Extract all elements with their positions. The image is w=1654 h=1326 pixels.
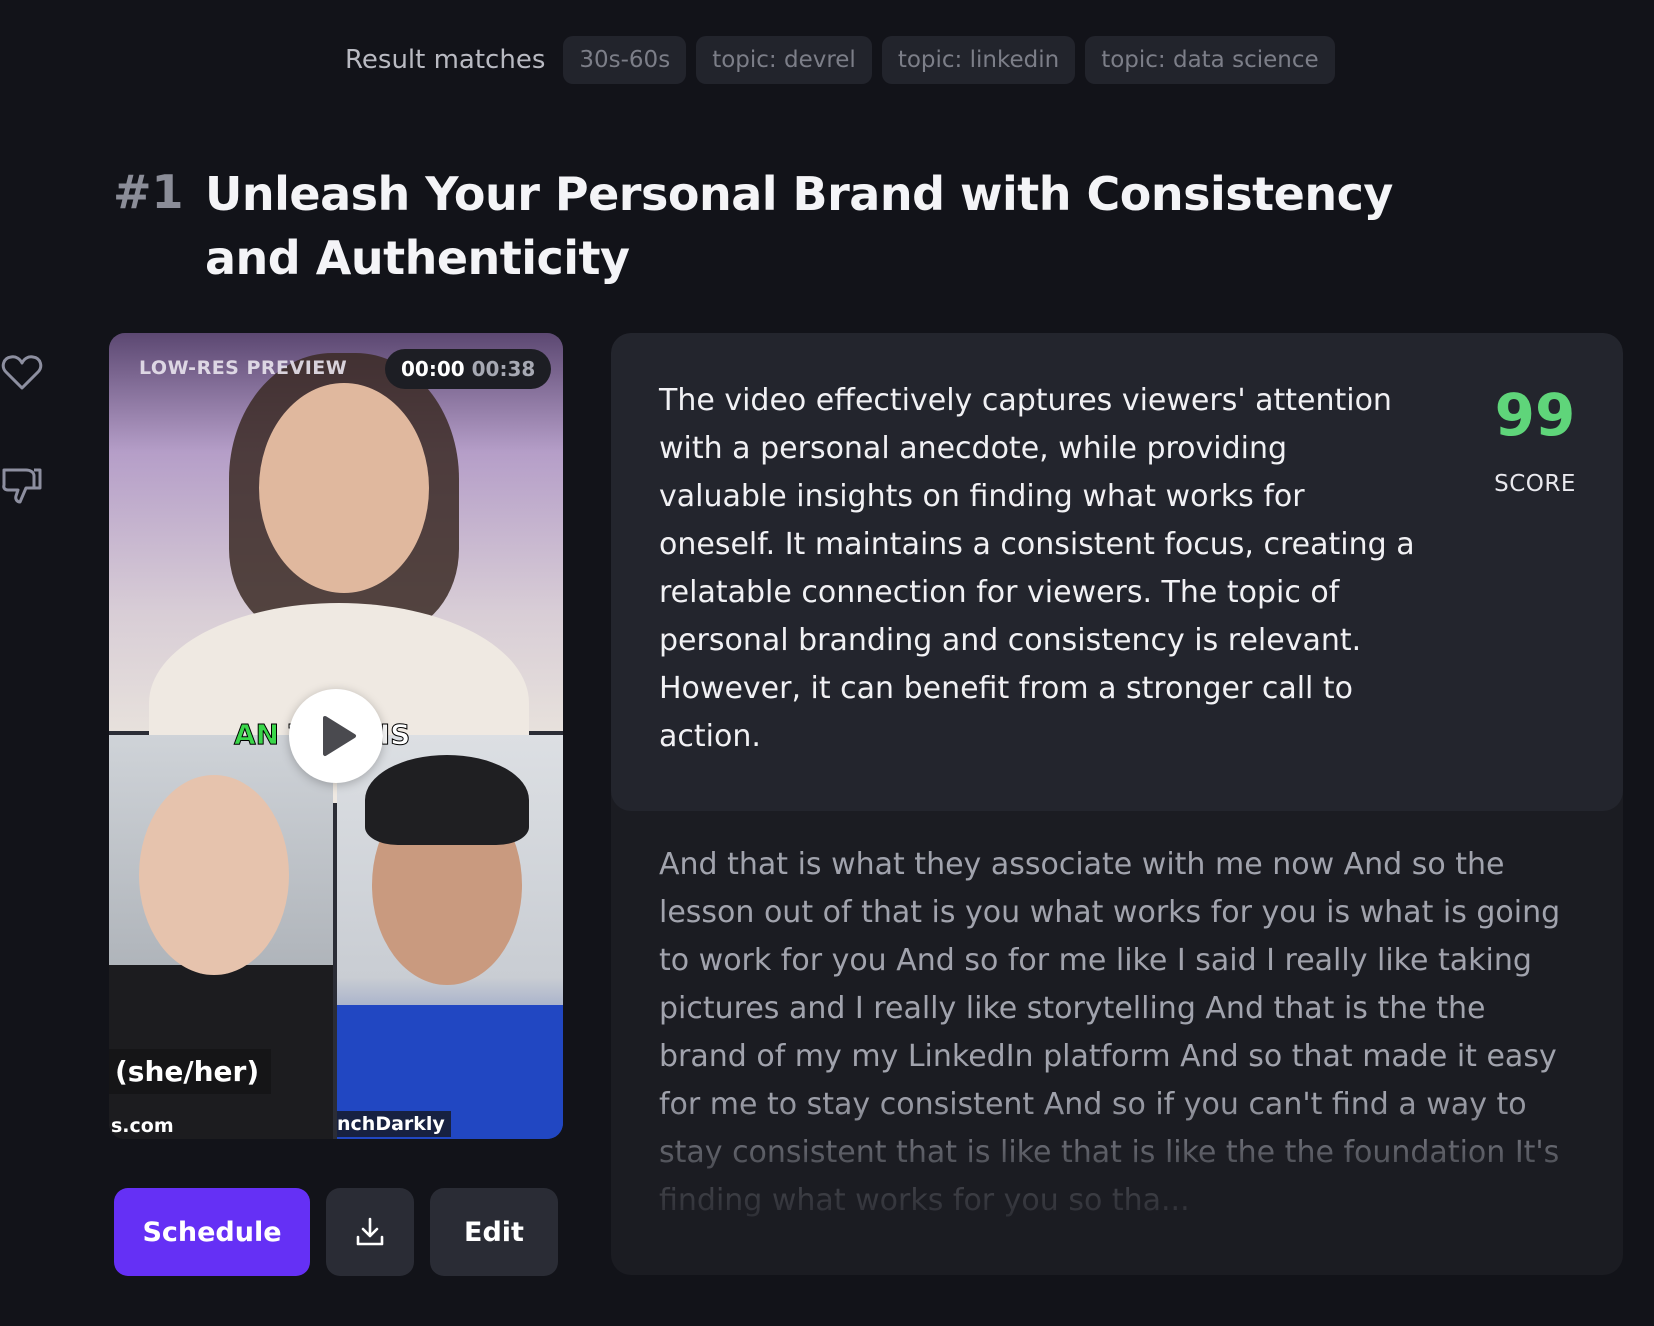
dislike-button[interactable] <box>0 464 44 508</box>
filter-chip-topic-data-science[interactable]: topic: data science <box>1085 36 1335 84</box>
analysis-card: The video effectively captures viewers' … <box>611 333 1623 811</box>
video-preview[interactable]: LOW-RES PREVIEW 00:00 00:38 AN THAT IS (… <box>109 333 563 1139</box>
thumbs-down-icon <box>2 468 42 504</box>
download-icon <box>356 1217 384 1246</box>
play-icon <box>323 716 356 756</box>
filter-chip-duration[interactable]: 30s-60s <box>563 36 687 84</box>
score-value: 99 <box>1494 381 1576 449</box>
result-rank: #1 <box>113 165 184 219</box>
download-button[interactable] <box>326 1188 414 1276</box>
schedule-button[interactable]: Schedule <box>114 1188 310 1276</box>
transcript: And that is what they associate with me … <box>659 841 1581 1227</box>
guest-domain: s.com <box>111 1115 174 1137</box>
edit-button[interactable]: Edit <box>430 1188 558 1276</box>
transcript-text: And that is what they associate with me … <box>659 847 1561 1218</box>
result-details-panel: The video effectively captures viewers' … <box>611 333 1623 1275</box>
result-filters: Result matches 30s-60s topic: devrel top… <box>345 36 1335 84</box>
caption-highlight: AN <box>233 718 280 752</box>
guest-name-tag: (she/her) <box>109 1049 272 1094</box>
result-actions: Schedule Edit <box>114 1188 558 1276</box>
filter-chip-topic-linkedin[interactable]: topic: linkedin <box>881 36 1076 84</box>
video-time: 00:00 00:38 <box>385 349 552 389</box>
video-pane-bottom-right <box>337 735 563 1139</box>
filters-label: Result matches <box>345 45 546 75</box>
current-time: 00:00 <box>401 357 465 381</box>
guest-face <box>139 775 289 975</box>
play-button[interactable] <box>289 689 383 783</box>
score-label: SCORE <box>1494 471 1576 497</box>
speaker-face <box>259 383 429 593</box>
low-res-preview-label: LOW-RES PREVIEW <box>139 357 348 379</box>
video-pane-top <box>109 333 563 803</box>
analysis-text: The video effectively captures viewers' … <box>659 383 1415 754</box>
host-hair <box>365 755 529 845</box>
duration: 00:38 <box>471 357 536 381</box>
host-company: nchDarkly <box>337 1111 451 1137</box>
filter-chip-topic-devrel[interactable]: topic: devrel <box>696 36 872 84</box>
like-button[interactable] <box>0 350 44 394</box>
heart-icon <box>1 355 43 390</box>
result-title: Unleash Your Personal Brand with Consist… <box>205 167 1393 285</box>
